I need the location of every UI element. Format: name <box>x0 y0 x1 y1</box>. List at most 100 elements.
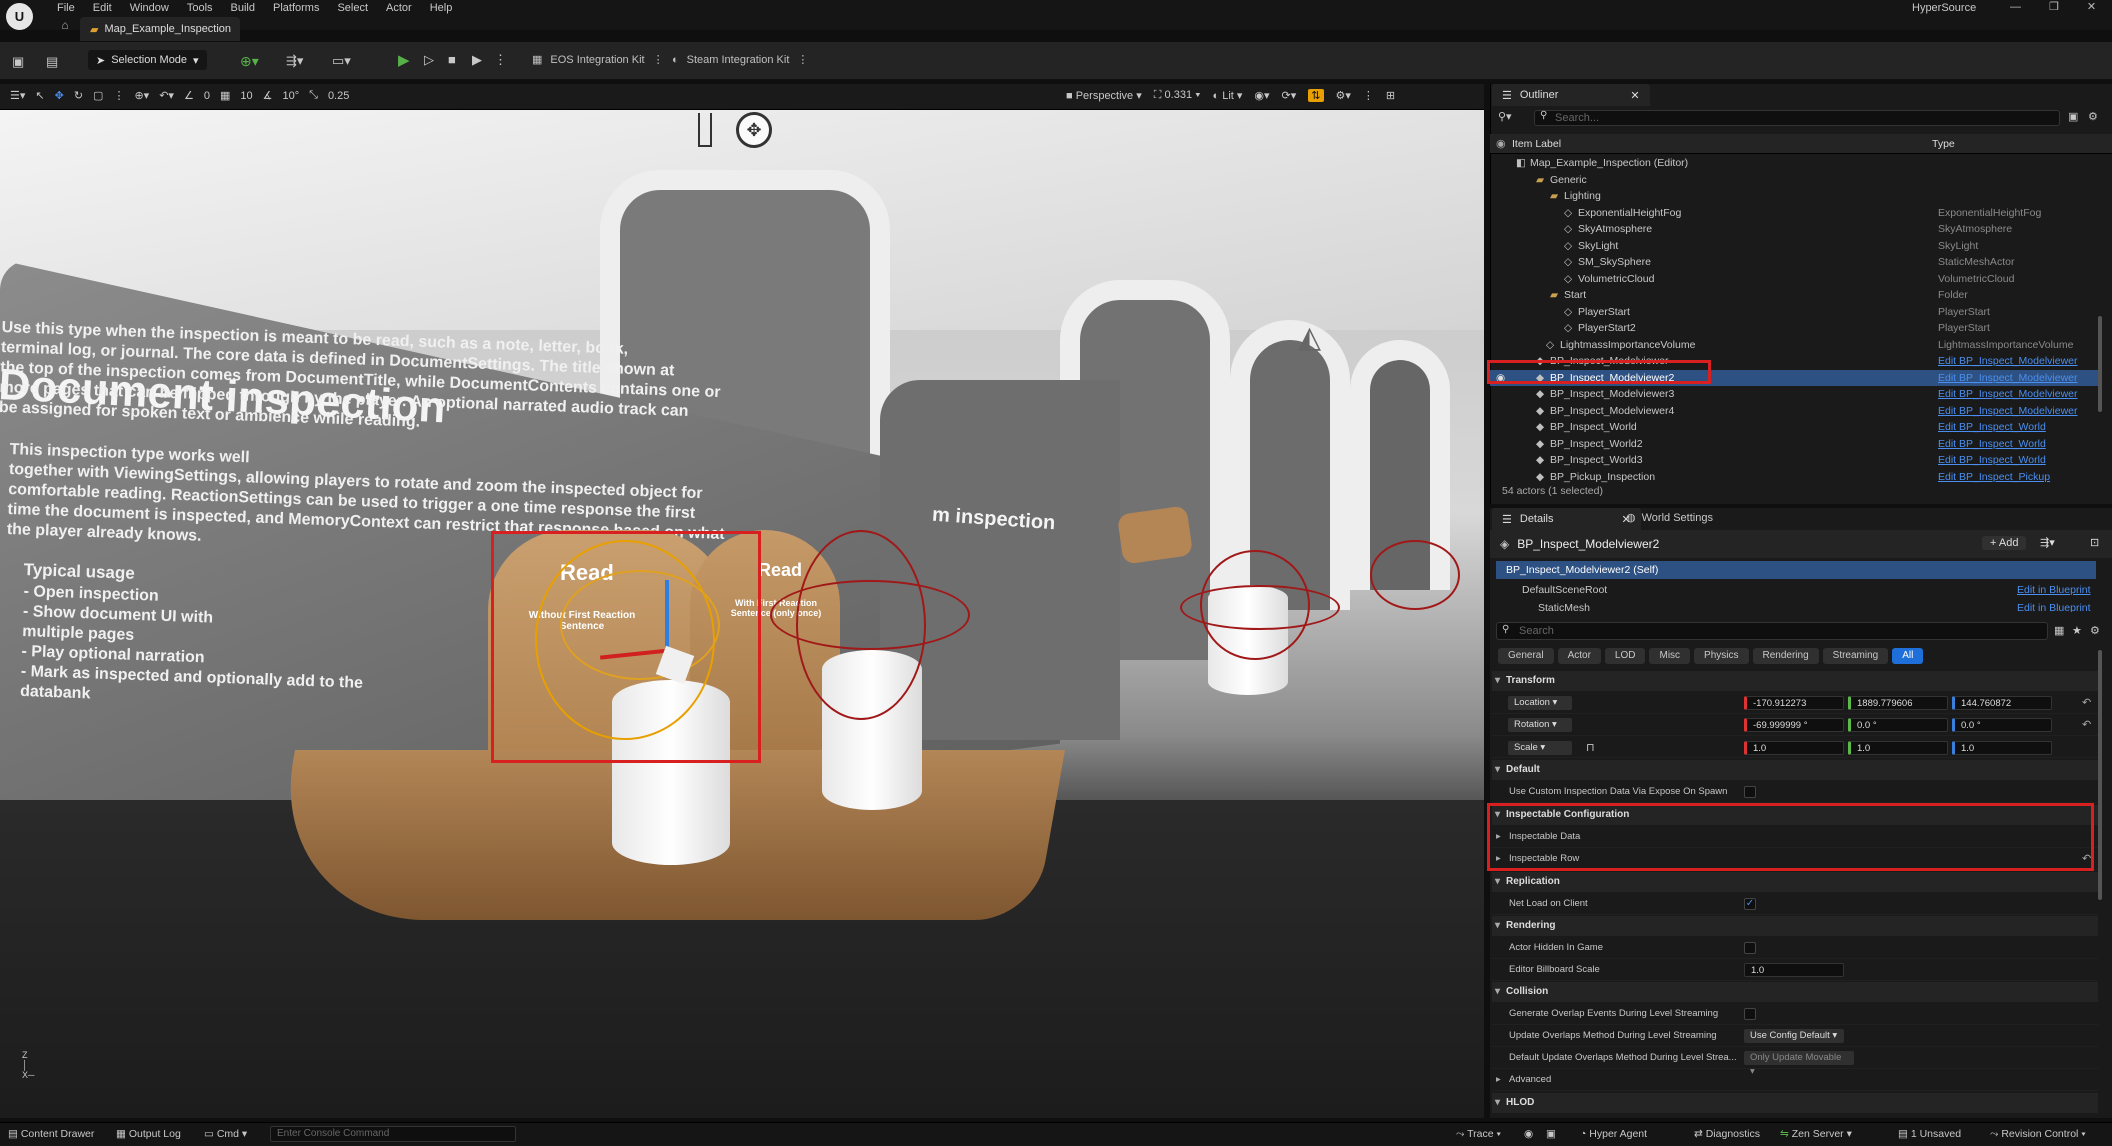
lit-dropdown[interactable]: ◐ Lit ▾ <box>1213 89 1243 102</box>
edit-blueprint-link[interactable]: Edit BP_Inspect_World <box>1938 436 2046 453</box>
outliner-tab[interactable]: ☰ Outliner ✕ <box>1492 84 1650 106</box>
scale-tool-icon[interactable]: ▢ <box>93 89 103 102</box>
outliner-row[interactable]: ◇ SkyAtmosphere SkyAtmosphere <box>1490 221 2098 238</box>
outliner-scrollbar[interactable] <box>2098 316 2102 412</box>
transform-section[interactable]: Transform <box>1492 671 2098 691</box>
actor-hidden-checkbox[interactable] <box>1744 942 1756 954</box>
outliner-row[interactable]: ◇ LightmassImportanceVolume LightmassImpor… <box>1490 337 2098 354</box>
angle-snap-icon[interactable]: ∠ <box>184 89 194 102</box>
minimize-button[interactable]: — <box>2010 0 2021 14</box>
output-log-button[interactable]: ▦ Output Log <box>116 1128 181 1140</box>
more-options-icon[interactable]: ⋮ <box>494 52 507 68</box>
more-tools-icon[interactable]: ⋮ <box>113 89 124 102</box>
viewport-layout-icon[interactable]: ⊞ <box>1386 89 1395 102</box>
hyper-agent-button[interactable]: ◔ Hyper Agent <box>1580 1128 1647 1140</box>
scale-dropdown[interactable]: Scale ▾ <box>1508 741 1572 755</box>
outliner-row[interactable]: ◆ BP_Inspect_World2 Edit BP_Inspect_World <box>1490 436 2098 453</box>
launch-icon[interactable]: ▶ <box>472 52 482 68</box>
grid-snap-icon[interactable]: ▦ <box>220 89 230 102</box>
rotation-snap-value[interactable]: 10° <box>282 90 299 102</box>
stop-icon[interactable]: ■ <box>448 52 456 67</box>
outliner-row[interactable]: ◆ BP_Inspect_World Edit BP_Inspect_World <box>1490 419 2098 436</box>
reset-icon[interactable]: ↶ <box>2082 718 2091 731</box>
replication-section[interactable]: Replication <box>1492 872 2098 892</box>
edit-blueprint-link[interactable]: Edit BP_Inspect_Modelviewer <box>1938 370 2078 387</box>
component-row[interactable]: StaticMesh Edit in Blueprint <box>1496 600 2096 612</box>
filter-misc[interactable]: Misc <box>1649 648 1691 664</box>
menu-select[interactable]: Select <box>328 0 377 16</box>
lock-icon[interactable]: ⊡ <box>2090 536 2099 549</box>
move-gizmo-icon[interactable]: ✥ <box>736 112 772 148</box>
cmd-dropdown[interactable]: ▭ Cmd ▾ <box>204 1128 247 1140</box>
rotation-z-field[interactable]: 0.0 ° <box>1952 718 2052 732</box>
outliner-row[interactable]: ◆ BP_Inspect_Modelviewer4 Edit BP_Inspect_… <box>1490 403 2098 420</box>
outliner-row[interactable]: ▰ Start Folder <box>1490 287 2098 304</box>
billboard-scale-field[interactable]: 1.0 <box>1744 963 1844 977</box>
scale-x-field[interactable]: 1.0 <box>1744 741 1844 755</box>
maximize-button[interactable]: ❐ <box>2049 0 2059 14</box>
close-tab-icon[interactable]: ✕ <box>1630 89 1639 102</box>
show-eye-icon[interactable]: ◉▾ <box>1254 89 1269 102</box>
revision-control-button[interactable]: ⤳ Revision Control ▾ <box>1990 1128 2086 1141</box>
filter-general[interactable]: General <box>1498 648 1554 664</box>
location-x-field[interactable]: -170.912273 <box>1744 696 1844 710</box>
outliner-row[interactable]: ◇ PlayerStart PlayerStart <box>1490 304 2098 321</box>
filter-rendering[interactable]: Rendering <box>1752 648 1819 664</box>
reset-icon[interactable]: ↶ <box>2082 696 2091 709</box>
world-settings-tab[interactable]: ◍ World Settings <box>1626 511 1713 525</box>
grid-snap-value[interactable]: 10 <box>240 90 252 102</box>
menu-edit[interactable]: Edit <box>84 0 121 16</box>
rendering-section[interactable]: Rendering <box>1492 916 2098 936</box>
realtime-icon[interactable]: ⟳▾ <box>1282 89 1297 102</box>
rotation-dropdown[interactable]: Rotation ▾ <box>1508 718 1572 732</box>
rotation-x-field[interactable]: -69.999999 ° <box>1744 718 1844 732</box>
record-icon[interactable]: ◉ <box>1524 1128 1533 1140</box>
details-scrollbar[interactable] <box>2098 650 2102 900</box>
viewport-more-icon[interactable]: ⋮ <box>1363 89 1374 102</box>
type-column-header[interactable]: Type <box>1932 138 1955 150</box>
self-component-row[interactable]: BP_Inspect_Modelviewer2 (Self) <box>1496 561 2096 579</box>
outliner-row[interactable]: ◆ BP_Inspect_Modelviewer3 Edit BP_Inspect_… <box>1490 386 2098 403</box>
details-tab[interactable]: ☰ Details ✕ <box>1492 508 1641 530</box>
filter-lod[interactable]: LOD <box>1604 648 1646 664</box>
edit-blueprint-link[interactable]: Edit BP_Inspect_Modelviewer <box>1938 386 2078 403</box>
blueprint-icon[interactable]: ⇶▾ <box>286 53 303 69</box>
steam-kit-button[interactable]: ◐ Steam Integration Kit ⋮ <box>672 53 808 67</box>
outliner-row[interactable]: ◇ VolumetricCloud VolumetricCloud <box>1490 271 2098 288</box>
outliner-row[interactable]: ▰ Generic <box>1490 172 2098 189</box>
favorite-star-icon[interactable]: ★ <box>2072 624 2082 637</box>
rotation-snap-icon[interactable]: ∡ <box>263 89 273 102</box>
outliner-row[interactable]: ◆ BP_Inspect_World3 Edit BP_Inspect_World <box>1490 452 2098 469</box>
eos-kit-button[interactable]: ▦ EOS Integration Kit ⋮ <box>532 53 664 67</box>
scale-y-field[interactable]: 1.0 <box>1848 741 1948 755</box>
location-z-field[interactable]: 144.760872 <box>1952 696 2052 710</box>
player-start-icon[interactable] <box>698 113 712 147</box>
scale-snap-value[interactable]: 0.25 <box>328 90 349 102</box>
unsaved-button[interactable]: ▤ 1 Unsaved <box>1898 1128 1961 1140</box>
edit-in-blueprint-link[interactable]: Edit in Blueprint <box>2017 582 2091 598</box>
menu-platforms[interactable]: Platforms <box>264 0 328 16</box>
edit-blueprint-link[interactable]: Edit BP_Inspect_Modelviewer <box>1938 403 2078 420</box>
outliner-row[interactable]: ▰ Lighting <box>1490 188 2098 205</box>
filter-actor[interactable]: Actor <box>1557 648 1601 664</box>
menu-help[interactable]: Help <box>421 0 462 16</box>
rotate-tool-icon[interactable]: ↻ <box>74 89 83 102</box>
performance-icon[interactable]: ⇅ <box>1308 89 1324 102</box>
zen-server-button[interactable]: ⇋ Zen Server ▾ <box>1780 1128 1852 1140</box>
viewport-settings-icon[interactable]: ⚙▾ <box>1336 89 1351 102</box>
snap-angle-value[interactable]: 0 <box>204 90 210 102</box>
table-view-icon[interactable]: ▦ <box>2054 624 2064 637</box>
details-settings-icon[interactable]: ⚙ <box>2090 624 2100 637</box>
update-overlaps-dropdown[interactable]: Use Config Default ▾ <box>1744 1029 1844 1043</box>
details-search-input[interactable]: Search <box>1496 622 2048 640</box>
content-drawer-button[interactable]: ▤ Content Drawer <box>8 1128 94 1140</box>
world-local-icon[interactable]: ⊕▾ <box>134 89 149 102</box>
add-actor-icon[interactable]: ⊕▾ <box>240 53 259 70</box>
default-update-dropdown[interactable]: Only Update Movable ▾ <box>1744 1051 1854 1077</box>
edit-blueprint-link[interactable]: Edit BP_Inspect_World <box>1938 452 2046 469</box>
edit-in-blueprint-link[interactable]: Edit in Blueprint <box>2017 600 2091 612</box>
outliner-row[interactable]: ◇ PlayerStart2 PlayerStart <box>1490 320 2098 337</box>
home-icon[interactable]: ⌂ <box>56 18 74 36</box>
console-command-input[interactable]: Enter Console Command <box>270 1126 516 1142</box>
outliner-row[interactable]: ◆ BP_Pickup_Inspection Edit BP_Inspect_Pic… <box>1490 469 2098 486</box>
